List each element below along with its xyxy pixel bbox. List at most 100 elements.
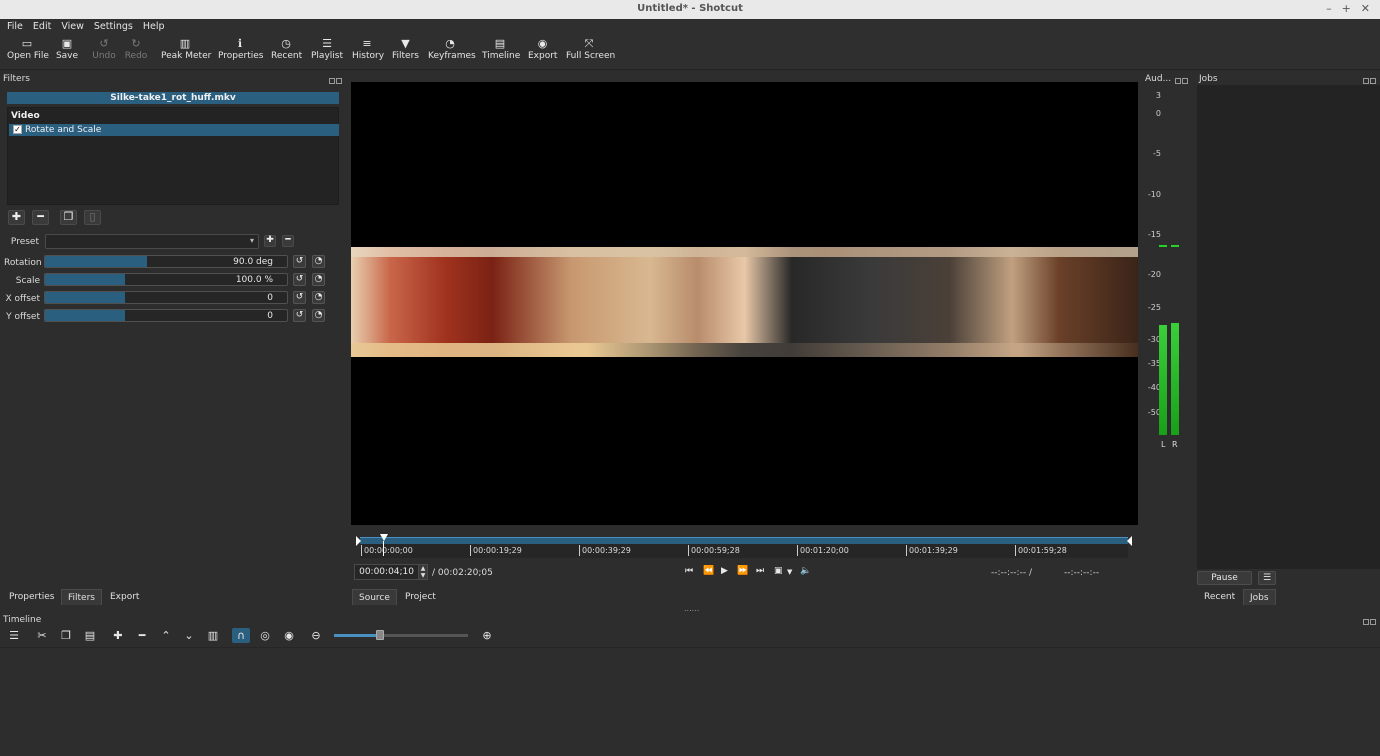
timecode-input[interactable]: 00:00:04;10 [354, 564, 419, 580]
lift-button[interactable]: ⌃ [157, 628, 175, 643]
copy-filter-button[interactable]: ❐ [60, 210, 77, 225]
minimize-button[interactable]: – [1326, 2, 1332, 15]
rotation-slider[interactable]: 90.0 deg [44, 255, 288, 268]
rotation-keyframe-button[interactable]: ◔ [312, 255, 325, 268]
pause-jobs-button[interactable]: Pause [1197, 571, 1252, 585]
ripple-toggle-button[interactable]: ◉ [280, 628, 298, 643]
panel-float-close-icon[interactable] [328, 75, 344, 84]
fast-forward-button[interactable]: ⏩ [737, 566, 748, 576]
timecode-spinner[interactable]: ▲ ▼ [418, 564, 428, 580]
jobs-menu-button[interactable]: ☰ [1258, 571, 1276, 585]
panel-float-close-icon[interactable] [1362, 75, 1378, 84]
cut-button[interactable]: ✂ [33, 628, 51, 643]
in-point-label: --:--:--:-- / [991, 568, 1032, 578]
filters-panel-header: Filters [0, 72, 346, 86]
scale-slider[interactable]: 100.0 % [44, 273, 288, 286]
tab-project[interactable]: Project [399, 589, 442, 605]
full-screen-button[interactable]: ⤧ Full Screen [566, 37, 615, 61]
menu-help[interactable]: Help [143, 21, 165, 32]
filter-item-rotate-and-scale[interactable]: ✓ Rotate and Scale [9, 124, 339, 136]
grid-dropdown-button[interactable]: ▼ [787, 568, 792, 576]
video-preview[interactable] [351, 82, 1138, 525]
snap-toggle-button[interactable]: ∩ [232, 628, 250, 643]
db-tick: 3 [1155, 91, 1161, 100]
yoffset-reset-button[interactable]: ↺ [293, 309, 306, 322]
volume-button[interactable]: 🔈 [800, 566, 811, 576]
grid-toggle-button[interactable]: ▣ [774, 566, 783, 576]
menu-file[interactable]: File [7, 21, 23, 32]
copy-button[interactable]: ❐ [57, 628, 75, 643]
skip-to-start-button[interactable]: ⏮ [685, 566, 693, 576]
timeline-panel-title: Timeline [3, 615, 42, 625]
rewind-button[interactable]: ⏪ [703, 566, 714, 576]
playhead-icon[interactable] [380, 534, 388, 541]
yoffset-slider[interactable]: 0 [44, 309, 288, 322]
zoom-in-button[interactable]: ⊕ [478, 628, 496, 643]
properties-button[interactable]: ℹ Properties [218, 37, 263, 61]
tab-jobs[interactable]: Jobs [1243, 589, 1276, 605]
meter-bar-left [1159, 325, 1167, 435]
tab-source[interactable]: Source [352, 589, 397, 605]
xoffset-slider[interactable]: 0 [44, 291, 288, 304]
recent-button[interactable]: ◷ Recent [271, 37, 302, 61]
overwrite-button[interactable]: ⌄ [180, 628, 198, 643]
skip-to-end-button[interactable]: ⏭ [756, 566, 764, 576]
save-button[interactable]: ▣ Save [55, 37, 79, 61]
xoffset-reset-button[interactable]: ↺ [293, 291, 306, 304]
out-marker-icon[interactable] [1127, 536, 1132, 546]
scale-label: Scale [15, 276, 40, 286]
rotation-value: 90.0 deg [233, 257, 273, 267]
tab-properties[interactable]: Properties [3, 589, 61, 605]
delete-preset-button[interactable]: ━ [282, 235, 294, 247]
panel-float-close-icon[interactable] [1174, 75, 1190, 84]
preset-select[interactable]: ▾ [45, 234, 259, 249]
splitter-handle[interactable]: ...... [684, 604, 699, 613]
tick-label: 00:00:00;00 [361, 545, 413, 556]
filter-enable-checkbox[interactable]: ✓ [13, 125, 22, 134]
tab-filters[interactable]: Filters [61, 589, 102, 605]
play-button[interactable]: ▶ [721, 566, 728, 576]
undo-button[interactable]: ↺ Undo [91, 37, 117, 61]
scale-keyframe-button[interactable]: ◔ [312, 273, 325, 286]
split-button[interactable]: ▥ [204, 628, 222, 643]
tick-label: 00:00:19;29 [470, 545, 522, 556]
append-button[interactable]: ✚ [109, 628, 127, 643]
zoom-out-button[interactable]: ⊖ [307, 628, 325, 643]
add-filter-button[interactable]: ✚ [8, 210, 25, 225]
window-title: Untitled* - Shotcut [637, 3, 743, 14]
ripple-delete-button[interactable]: ━ [133, 628, 151, 643]
timeline-menu-button[interactable]: ☰ [5, 628, 23, 643]
scale-reset-button[interactable]: ↺ [293, 273, 306, 286]
maximize-button[interactable]: + [1342, 2, 1351, 15]
keyframes-button[interactable]: ◔ Keyframes [428, 37, 476, 61]
filter-list[interactable]: Video ✓ Rotate and Scale [7, 107, 339, 205]
yoffset-keyframe-button[interactable]: ◔ [312, 309, 325, 322]
open-file-button[interactable]: ▭ Open File [7, 37, 49, 61]
zoom-slider-handle[interactable] [376, 630, 384, 640]
clock-icon: ◷ [281, 37, 291, 50]
paste-filter-button[interactable]: ▯ [84, 210, 101, 225]
tab-export[interactable]: Export [104, 589, 146, 605]
history-button[interactable]: ≡ History [352, 37, 384, 61]
scrub-toggle-button[interactable]: ◎ [256, 628, 274, 643]
peak-meter-button[interactable]: ▥ Peak Meter [161, 37, 211, 61]
remove-filter-button[interactable]: ━ [32, 210, 49, 225]
save-preset-button[interactable]: ✚ [264, 235, 276, 247]
export-button[interactable]: ◉ Export [528, 37, 557, 61]
tab-recent[interactable]: Recent [1198, 589, 1242, 605]
paste-button[interactable]: ▤ [81, 628, 99, 643]
close-button[interactable]: ✕ [1361, 2, 1370, 15]
playlist-button[interactable]: ☰ Playlist [311, 37, 343, 61]
menu-edit[interactable]: Edit [33, 21, 51, 32]
timeline-tracks-area[interactable] [0, 647, 1380, 756]
menu-view[interactable]: View [61, 21, 84, 32]
menu-settings[interactable]: Settings [94, 21, 133, 32]
filters-button[interactable]: ▼ Filters [392, 37, 419, 61]
timeline-button[interactable]: ▤ Timeline [482, 37, 520, 61]
rotation-reset-button[interactable]: ↺ [293, 255, 306, 268]
scrubber-bar[interactable]: 00:00:00;00 00:00:19;29 00:00:39;29 00:0… [356, 534, 1132, 558]
meter-label-left: L [1161, 440, 1166, 449]
panel-float-close-icon[interactable] [1362, 616, 1378, 625]
redo-button[interactable]: ↻ Redo [123, 37, 149, 61]
xoffset-keyframe-button[interactable]: ◔ [312, 291, 325, 304]
